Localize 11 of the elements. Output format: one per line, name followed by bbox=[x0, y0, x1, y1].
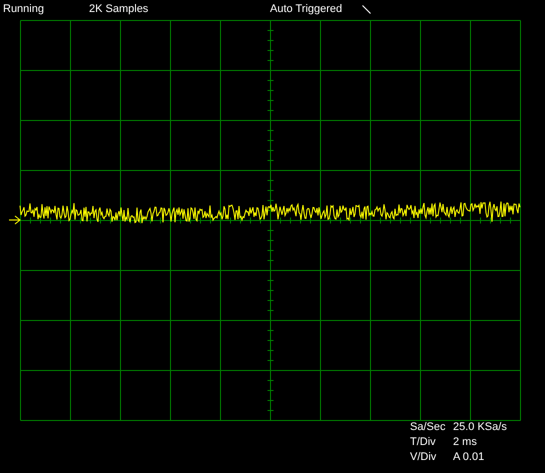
run-state-label: Running bbox=[3, 3, 44, 16]
sample-count-label: 2K Samples bbox=[89, 3, 148, 16]
readout-value: 2 ms bbox=[453, 436, 477, 448]
readout-label: V/Div bbox=[410, 451, 438, 464]
falling-slope-icon bbox=[362, 5, 371, 14]
readout-label: T/Div bbox=[410, 436, 437, 449]
readout-value: 25.0 KSa/s bbox=[453, 421, 507, 433]
trigger-mode-label: Auto Triggered bbox=[270, 3, 342, 16]
trigger-level-arrow-icon bbox=[8, 216, 21, 224]
readout-value: A 0.01 bbox=[453, 451, 484, 463]
readout-label: Sa/Sec bbox=[410, 421, 446, 434]
